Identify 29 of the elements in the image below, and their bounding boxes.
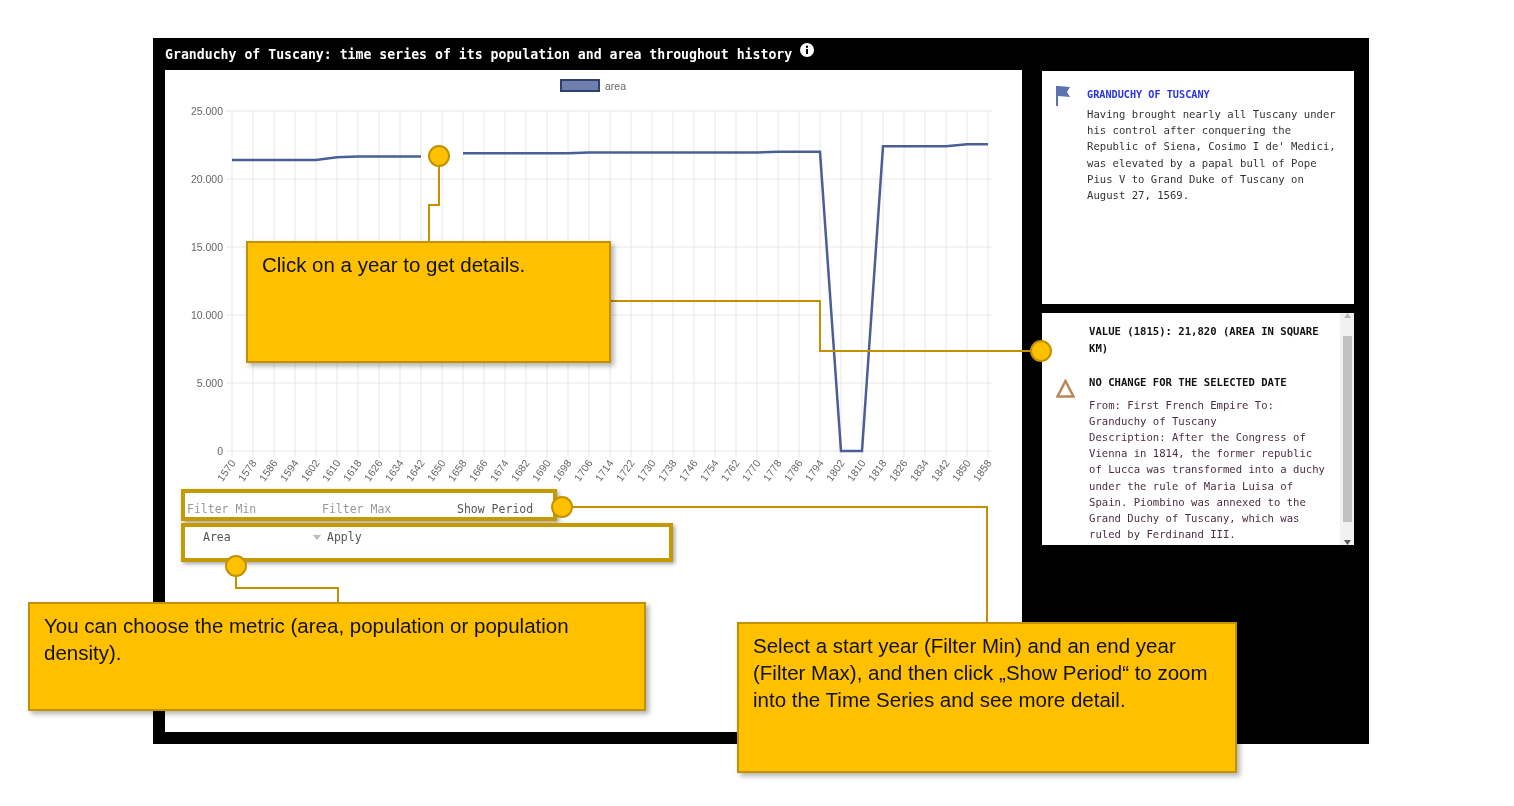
change-description: From: First French Empire To: Granduchy of Tuscany <box>1089 397 1275 429</box>
status-heading: NO CHANGE FOR THE SELECTED DATE <box>1089 375 1288 390</box>
scrollbar[interactable] <box>1340 313 1354 545</box>
metric-select[interactable]: Area <box>203 530 321 544</box>
country-title: GRANDUCHY OF TUSCANY <box>1087 88 1211 100</box>
caret-icon <box>313 534 321 540</box>
warning-triangle-icon <box>1056 379 1075 398</box>
value-heading: VALUE (1815): 21,820 (AREA IN SQUARE KM) <box>1089 324 1320 356</box>
axis-label: 15.000 <box>190 241 223 253</box>
change-description: Description: After the Congress of Vienna in 1814, the former republic of Lucca was transformed into a duchy under the rule of Maria Luisa of Spain. Piombino was annexed to the Grand Duchy of Tuscany, which was ruled by Ferdinand III. <box>1089 429 1326 543</box>
axis-label: 25.000 <box>190 105 223 117</box>
country-description: Having brought nearly all Tuscany under his control after conquering the Republic of Siena, Cosimo I de' Medici, was elevated by a papal bull of Pope Pius V to Grand Duke of Tuscany on August 27, 1569. <box>1087 107 1337 203</box>
axis-label: 5.000 <box>196 377 223 389</box>
apply-button[interactable]: Apply <box>327 530 362 544</box>
info-icon[interactable] <box>800 43 815 57</box>
scroll-down-arrow-icon[interactable] <box>1343 540 1351 545</box>
legend-label: area <box>605 80 626 92</box>
callout-box: You can choose the metric (area, population or population density). <box>28 602 646 711</box>
callout-box: Click on a year to get details. <box>246 241 611 363</box>
show-period-button[interactable]: Show Period <box>457 502 534 516</box>
window-title: Granduchy of Tuscany: time series of its population and area throughout history <box>165 46 793 62</box>
callout-box: Select a start year (Filter Min) and an end year (Filter Max), and then click „Show Period“ to zoom into the Time Series and see more detail. <box>737 622 1237 773</box>
filter-min-field[interactable]: Filter Min <box>187 502 322 516</box>
axis-label: 10.000 <box>190 309 223 321</box>
axis-label: 20.000 <box>190 173 223 185</box>
axis-label: 0 <box>217 445 223 457</box>
legend-swatch <box>560 79 600 92</box>
flag-icon <box>1056 85 1071 107</box>
filter-max-field[interactable]: Filter Max <box>322 502 457 516</box>
